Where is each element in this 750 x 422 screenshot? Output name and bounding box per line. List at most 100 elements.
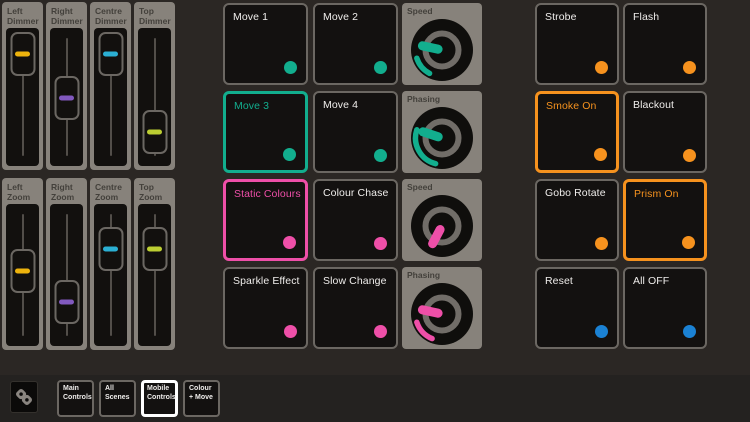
tab-label: Main Controls [63, 385, 92, 401]
fader-handle-top-zoom[interactable] [142, 227, 167, 271]
fader-centre-zoom: Centre Zoom [90, 178, 131, 350]
pad-all-off[interactable]: All OFF [623, 267, 707, 349]
fader-well-left-zoom[interactable] [6, 204, 39, 346]
pad-label: Smoke On [546, 100, 596, 112]
app-logo-button[interactable] [10, 381, 38, 413]
pad-label: Gobo Rotate [545, 187, 606, 199]
knob-control-3-phasing[interactable] [410, 282, 474, 346]
knob-label: Speed [407, 182, 433, 192]
pad-static-colours[interactable]: Static Colours [223, 179, 308, 261]
knob-indicator [423, 132, 438, 137]
fader-handle-right-dimmer[interactable] [54, 76, 79, 120]
fader-well-top-dimmer[interactable] [138, 28, 171, 166]
pad-sparkle-effect[interactable]: Sparkle Effect [223, 267, 308, 349]
tab-label: All Scenes [105, 385, 130, 401]
pad-status-dot [374, 149, 387, 162]
dimmer-fader-group: Left DimmerRight DimmerCentre DimmerTop … [2, 2, 175, 170]
fader-centre-dimmer: Centre Dimmer [90, 2, 131, 170]
pad-blackout[interactable]: Blackout [623, 91, 707, 173]
pad-label: Slow Change [323, 275, 387, 287]
fader-well-centre-zoom[interactable] [94, 204, 127, 346]
knob-panel-2-speed: Speed [402, 179, 482, 261]
fader-right-dimmer: Right Dimmer [46, 2, 87, 170]
fader-value-pill [15, 268, 30, 273]
fader-label: Left Dimmer [2, 2, 43, 26]
fader-value-pill [147, 247, 162, 252]
tab-label: Colour + Move [189, 385, 213, 401]
fader-left-dimmer: Left Dimmer [2, 2, 43, 170]
fader-value-pill [59, 299, 74, 304]
pad-status-dot [682, 236, 695, 249]
pad-status-dot [284, 61, 297, 74]
pad-status-dot [594, 148, 607, 161]
pad-colour-chase[interactable]: Colour Chase [313, 179, 398, 261]
fader-handle-left-dimmer[interactable] [10, 32, 35, 76]
effect-pad-grid: Strobe Flash Smoke On Blackout Gobo Rotate Pr… [535, 3, 707, 349]
fader-label: Centre Dimmer [90, 2, 131, 26]
tab-all-scenes[interactable]: All Scenes [99, 380, 136, 417]
fader-label: Top Dimmer [134, 2, 175, 26]
pad-move-4[interactable]: Move 4 [313, 91, 398, 173]
pad-label: Static Colours [234, 188, 301, 200]
pad-reset[interactable]: Reset [535, 267, 619, 349]
scene-pad-grid: Move 1 Move 2 Move 3Move 4 Static Colours Co… [223, 3, 398, 349]
chain-link-icon [14, 387, 34, 407]
tab-mobile-controls[interactable]: Mobile Controls [141, 380, 178, 417]
knob-panel-0-speed: Speed [402, 3, 482, 85]
pad-label: Strobe [545, 11, 577, 23]
tab-colour-move[interactable]: Colour + Move [183, 380, 220, 417]
pad-flash[interactable]: Flash [623, 3, 707, 85]
tab-label: Mobile Controls [147, 385, 176, 401]
knob-label: Speed [407, 6, 433, 16]
fader-label: Right Dimmer [46, 2, 87, 26]
fader-value-pill [147, 129, 162, 134]
pad-slow-change[interactable]: Slow Change [313, 267, 398, 349]
pad-status-dot [683, 149, 696, 162]
fader-handle-centre-dimmer[interactable] [98, 32, 123, 76]
fader-label: Top Zoom [134, 178, 175, 202]
tab-main-controls[interactable]: Main Controls [57, 380, 94, 417]
fader-right-zoom: Right Zoom [46, 178, 87, 350]
fader-handle-centre-zoom[interactable] [98, 227, 123, 271]
fader-handle-left-zoom[interactable] [10, 249, 35, 293]
knob-control-2-speed[interactable] [410, 194, 474, 258]
fader-value-pill [103, 247, 118, 252]
pad-status-dot [595, 237, 608, 250]
pad-label: Blackout [633, 99, 674, 111]
fader-well-right-zoom[interactable] [50, 204, 83, 346]
pad-gobo-rotate[interactable]: Gobo Rotate [535, 179, 619, 261]
fader-label: Right Zoom [46, 178, 87, 202]
knob-control-1-phasing[interactable] [410, 106, 474, 170]
pad-label: Flash [633, 11, 659, 23]
fader-well-right-dimmer[interactable] [50, 28, 83, 166]
fader-handle-right-zoom[interactable] [54, 280, 79, 324]
fader-well-centre-dimmer[interactable] [94, 28, 127, 166]
fader-value-pill [59, 96, 74, 101]
fader-handle-top-dimmer[interactable] [142, 110, 167, 154]
fader-top-zoom: Top Zoom [134, 178, 175, 350]
knob-label: Phasing [407, 270, 440, 280]
pad-prism-on[interactable]: Prism On [623, 179, 707, 261]
fader-well-top-zoom[interactable] [138, 204, 171, 346]
fader-left-zoom: Left Zoom [2, 178, 43, 350]
pad-label: Colour Chase [323, 187, 388, 199]
pad-status-dot [595, 325, 608, 338]
pad-label: All OFF [633, 275, 669, 287]
knob-label: Phasing [407, 94, 440, 104]
pad-status-dot [374, 237, 387, 250]
knob-indicator [422, 310, 438, 313]
pad-label: Move 2 [323, 11, 358, 23]
knob-column: Speed Phasing Speed Phasing [402, 3, 482, 349]
fader-label: Centre Zoom [90, 178, 131, 202]
lighting-control-surface: Left DimmerRight DimmerCentre DimmerTop … [0, 0, 750, 422]
knob-indicator [422, 46, 438, 49]
pad-move-3[interactable]: Move 3 [223, 91, 308, 173]
fader-well-left-dimmer[interactable] [6, 28, 39, 166]
pad-move-2[interactable]: Move 2 [313, 3, 398, 85]
pad-move-1[interactable]: Move 1 [223, 3, 308, 85]
pad-smoke-on[interactable]: Smoke On [535, 91, 619, 173]
knob-control-0-speed[interactable] [410, 18, 474, 82]
knob-panel-3-phasing: Phasing [402, 267, 482, 349]
pad-status-dot [683, 325, 696, 338]
pad-strobe[interactable]: Strobe [535, 3, 619, 85]
